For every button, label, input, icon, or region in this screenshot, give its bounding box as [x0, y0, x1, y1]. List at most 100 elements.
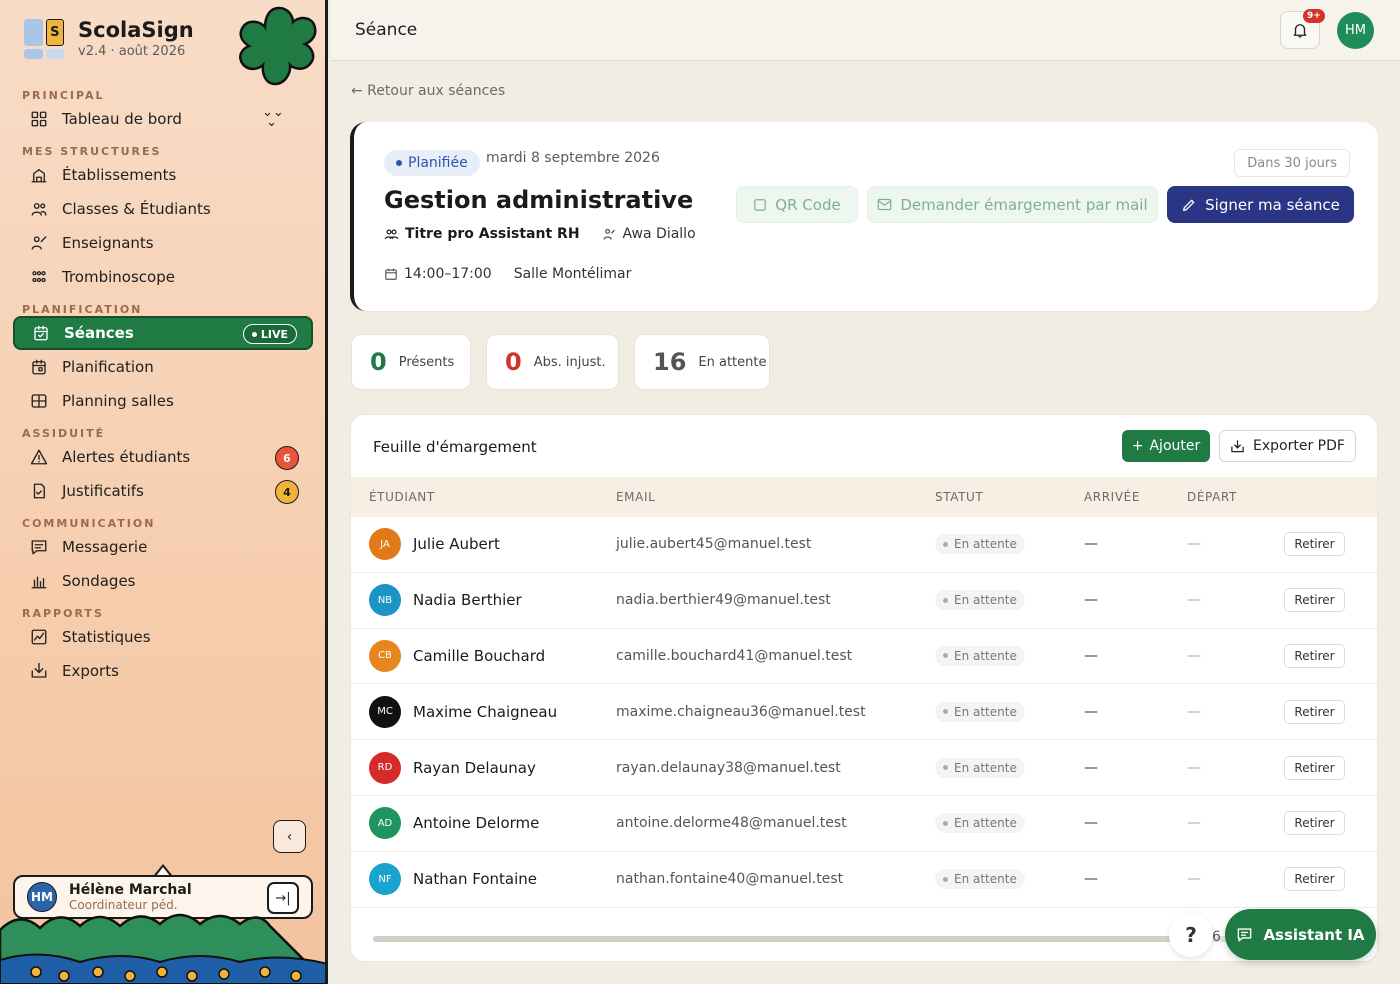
attendance-sheet: Feuille d'émargement + Ajouter Exporter P… — [350, 414, 1378, 962]
request-email-signature-button[interactable]: Demander émargement par mail — [867, 186, 1158, 223]
status-badge: En attente — [935, 590, 1025, 611]
status-badge: En attente — [935, 813, 1025, 834]
session-title: Gestion administrative — [384, 186, 694, 214]
sheet-title: Feuille d'émargement — [373, 438, 537, 456]
student-name: Nathan Fontaine — [413, 870, 538, 889]
brand-name: ScolaSign — [78, 18, 194, 42]
departure-time: — — [1187, 759, 1201, 776]
column-header[interactable]: ARRIVÉE — [1084, 490, 1140, 504]
stat-label: En attente — [698, 354, 767, 370]
column-header[interactable]: EMAIL — [616, 490, 655, 504]
nav-section-label: ASSIDUITÉ — [22, 427, 106, 440]
sidebar-item-statistiques[interactable]: Statistiques — [13, 620, 313, 654]
remove-student-button[interactable]: Retirer — [1284, 643, 1345, 668]
table-row: CB Camille Bouchard camille.bouchard41@m… — [351, 629, 1377, 685]
sidebar-item-classes-etudiants[interactable]: Classes & Étudiants — [13, 192, 313, 226]
notification-badge: 9+ — [1303, 9, 1325, 23]
remove-student-button[interactable]: Retirer — [1284, 755, 1345, 780]
stat-present: 0 Présents — [351, 334, 471, 390]
remove-student-button[interactable]: Retirer — [1284, 811, 1345, 836]
status-badge: Planifiée — [384, 150, 480, 176]
add-student-button[interactable]: + Ajouter — [1122, 430, 1210, 462]
session-date: mardi 8 septembre 2026 — [486, 150, 660, 166]
arrival-time: — — [1084, 592, 1098, 609]
group-icon — [384, 229, 399, 239]
plus-icon: + — [1131, 438, 1144, 454]
export-pdf-button[interactable]: Exporter PDF — [1219, 430, 1356, 462]
sidebar-item-label: Trombinoscope — [62, 268, 175, 286]
qr-code-button[interactable]: QR Code — [736, 186, 858, 223]
avatar: NB — [369, 584, 401, 617]
grid-people-icon — [30, 268, 48, 286]
nav-section-label: RAPPORTS — [22, 607, 104, 620]
brand-version: v2.4 · août 2026 — [78, 44, 186, 59]
column-header[interactable]: ÉTUDIANT — [369, 490, 435, 504]
pen-icon — [1183, 199, 1195, 211]
sidebar-item-alertes-etudiants[interactable]: Alertes étudiants 6 — [13, 440, 313, 474]
status-badge: En attente — [935, 869, 1025, 890]
hidden-counter: 6 — [1212, 929, 1221, 945]
user-menu-caret — [154, 864, 172, 876]
column-header[interactable]: STATUT — [935, 490, 983, 504]
sidebar-item-planning-salles[interactable]: Planning salles — [13, 384, 313, 418]
flower-decoration-icon — [239, 6, 317, 86]
stat-value: 16 — [653, 348, 687, 376]
sidebar-item-label: Exports — [62, 662, 119, 680]
student-name: Maxime Chaigneau — [413, 702, 558, 721]
departure-time: — — [1187, 703, 1201, 720]
dashboard-icon — [30, 110, 48, 128]
rooms-icon — [30, 392, 48, 410]
departure-time: — — [1187, 647, 1201, 664]
status-badge: En attente — [935, 701, 1025, 722]
status-badge: En attente — [935, 534, 1025, 555]
sidebar: S ScolaSign v2.4 · août 2026 ⌄⌄ ⌄ PRINCI… — [0, 0, 328, 984]
export-icon — [1231, 440, 1244, 453]
brand[interactable]: S ScolaSign v2.4 · août 2026 — [24, 18, 194, 59]
sidebar-item-justificatifs[interactable]: Justificatifs 4 — [13, 474, 313, 508]
sidebar-item-tableau-de-bord[interactable]: Tableau de bord — [13, 102, 313, 136]
student-name: Antoine Delorme — [413, 814, 540, 833]
sidebar-item-etablissements[interactable]: Établissements — [13, 158, 313, 192]
collapse-sidebar-button[interactable]: ‹ — [273, 820, 306, 853]
topbar: Séance 9+ HM — [331, 0, 1400, 61]
avatar[interactable]: HM — [1337, 12, 1374, 49]
sidebar-item-label: Justificatifs — [62, 482, 144, 500]
calendar-icon — [385, 268, 397, 280]
countdown-badge: Dans 30 jours — [1234, 149, 1350, 177]
arrival-time: — — [1084, 647, 1098, 664]
scrollbar-thumb[interactable] — [373, 936, 1173, 942]
session-room: Salle Montélimar — [513, 266, 632, 282]
arrival-time: — — [1084, 759, 1098, 776]
stat-label: Présents — [398, 354, 455, 370]
student-email: antoine.delorme48@manuel.test — [616, 815, 847, 832]
sidebar-item-messagerie[interactable]: Messagerie — [13, 530, 313, 564]
avatar: AD — [369, 807, 401, 840]
sidebar-item-enseignants[interactable]: Enseignants — [13, 226, 313, 260]
table-row: NF Nathan Fontaine nathan.fontaine40@man… — [351, 852, 1377, 908]
remove-student-button[interactable]: Retirer — [1284, 532, 1345, 557]
assistant-ai-button[interactable]: Assistant IA — [1225, 909, 1376, 960]
back-link[interactable]: ← Retour aux séances — [351, 83, 505, 99]
stat-unjustified-absent: 0 Abs. injust. — [486, 334, 619, 390]
remove-student-button[interactable]: Retirer — [1284, 699, 1345, 724]
help-button[interactable]: ? — [1169, 913, 1213, 957]
sidebar-item-label: Statistiques — [62, 628, 151, 646]
sidebar-item-sondages[interactable]: Sondages — [13, 564, 313, 598]
sidebar-item-planification[interactable]: Planification — [13, 350, 313, 384]
arrival-time: — — [1084, 871, 1098, 888]
status-badge: En attente — [935, 757, 1025, 778]
arrival-time: — — [1084, 703, 1098, 720]
sidebar-item-trombinoscope[interactable]: Trombinoscope — [13, 260, 313, 294]
column-header[interactable]: DÉPART — [1187, 490, 1237, 504]
document-check-icon — [30, 482, 48, 500]
sidebar-item-seances[interactable]: Séances LIVE — [13, 316, 313, 350]
sidebar-item-label: Tableau de bord — [62, 110, 182, 128]
sidebar-item-exports[interactable]: Exports — [13, 654, 313, 688]
table-row: JA Julie Aubert julie.aubert45@manuel.te… — [351, 517, 1377, 573]
remove-student-button[interactable]: Retirer — [1284, 588, 1345, 613]
teacher-icon — [602, 228, 615, 240]
remove-student-button[interactable]: Retirer — [1284, 867, 1345, 892]
student-email: maxime.chaigneau36@manuel.test — [616, 703, 866, 720]
sign-session-button[interactable]: Signer ma séance — [1167, 186, 1354, 223]
users-icon — [30, 200, 48, 218]
